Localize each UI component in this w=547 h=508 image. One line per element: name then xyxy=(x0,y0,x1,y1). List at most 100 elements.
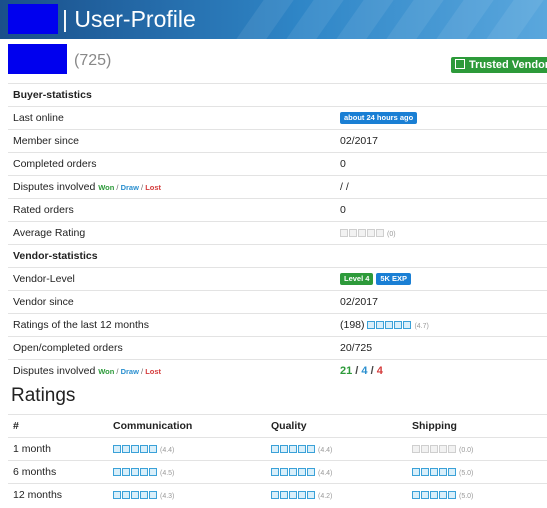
star-icon xyxy=(367,321,376,329)
star-icon xyxy=(271,491,279,499)
star-rating xyxy=(271,485,316,507)
star-icon xyxy=(412,491,420,499)
won-label: Won xyxy=(98,367,115,376)
star-icon xyxy=(430,491,438,499)
star-icon xyxy=(421,445,429,453)
table-row: Completed orders 0 xyxy=(8,152,547,175)
star-icon xyxy=(421,468,429,476)
banner-stripe xyxy=(286,0,344,39)
star-icon xyxy=(448,491,456,499)
rated-orders-value: 0 xyxy=(340,204,346,216)
star-icon xyxy=(122,445,130,453)
period-label: 6 months xyxy=(13,466,57,478)
lost-count: 4 xyxy=(376,365,383,377)
communication-score: (4.4) xyxy=(160,447,175,454)
table-row: Member since 02/2017 xyxy=(8,129,547,152)
star-icon xyxy=(448,468,456,476)
star-icon xyxy=(439,468,447,476)
buyer-section-header: Buyer-statistics xyxy=(8,83,547,106)
shipping-rating: (5.0) xyxy=(412,461,473,485)
star-icon xyxy=(280,445,288,453)
banner-stripe xyxy=(486,0,544,39)
star-icon xyxy=(271,445,279,453)
ratings-12-score: (4.7) xyxy=(414,323,429,330)
star-icon xyxy=(439,445,447,453)
star-icon xyxy=(430,468,438,476)
vendor-level-cell: Level 4 5K EXP xyxy=(340,268,412,290)
vendor-section-label: Vendor-statistics xyxy=(13,250,98,262)
star-icon xyxy=(149,445,157,453)
star-icon xyxy=(149,468,157,476)
star-icon xyxy=(307,445,315,453)
star-icon xyxy=(131,445,139,453)
profile-banner: | User-Profile xyxy=(0,0,547,39)
buyer-section-label: Buyer-statistics xyxy=(13,89,92,101)
table-row: Disputes involved Won / Draw / Lost 21 /… xyxy=(8,359,547,382)
table-row: Vendor-Level Level 4 5K EXP xyxy=(8,267,547,290)
star-icon xyxy=(307,491,315,499)
star-rating xyxy=(271,462,316,484)
vendor-section-header: Vendor-statistics xyxy=(8,244,547,267)
star-icon xyxy=(149,491,157,499)
quality-rating: (4.2) xyxy=(271,484,332,508)
star-icon xyxy=(412,445,420,453)
star-rating xyxy=(113,485,158,507)
star-icon xyxy=(340,229,348,237)
star-icon xyxy=(394,321,403,329)
ratings-12-count: (198) xyxy=(340,319,365,331)
star-rating xyxy=(113,462,158,484)
quality-score: (4.2) xyxy=(318,493,333,500)
shipping-rating: (0.0) xyxy=(412,438,473,462)
star-rating xyxy=(412,439,457,461)
star-icon xyxy=(421,491,429,499)
column-header-quality: Quality xyxy=(271,420,307,432)
quality-rating: (4.4) xyxy=(271,438,332,462)
redacted-username xyxy=(8,44,67,74)
slash-separator: / xyxy=(367,365,377,377)
star-rating xyxy=(367,315,412,337)
open-completed-label: Open/completed orders xyxy=(13,342,123,354)
quality-score: (4.4) xyxy=(318,447,333,454)
last-online-cell: about 24 hours ago xyxy=(340,107,418,129)
banner-stripe xyxy=(236,0,294,39)
star-icon xyxy=(113,491,121,499)
column-header-shipping: Shipping xyxy=(412,420,457,432)
draw-label: Draw xyxy=(120,367,139,376)
shield-icon xyxy=(455,59,465,69)
lost-label: Lost xyxy=(145,183,162,192)
communication-rating: (4.4) xyxy=(113,438,174,462)
star-icon xyxy=(448,445,456,453)
quality-score: (4.4) xyxy=(318,470,333,477)
member-since-value: 02/2017 xyxy=(340,135,378,147)
review-count: (725) xyxy=(74,52,112,69)
completed-orders-value: 0 xyxy=(340,158,346,170)
star-icon xyxy=(113,445,121,453)
star-icon xyxy=(131,491,139,499)
star-icon xyxy=(349,229,357,237)
shipping-score: (0.0) xyxy=(459,447,474,454)
trusted-vendor-label: Trusted Vendor xyxy=(469,59,547,71)
buyer-disputes-label: Disputes involved xyxy=(13,181,96,193)
shipping-rating: (5.0) xyxy=(412,484,473,508)
quality-rating: (4.4) xyxy=(271,461,332,485)
ratings-header-row: # Communication Quality Shipping xyxy=(8,414,547,437)
communication-rating: (4.5) xyxy=(113,461,174,485)
vendor-disputes-cell: Disputes involved Won / Draw / Lost xyxy=(13,360,161,383)
buyer-disputes-value: / / xyxy=(340,181,349,193)
vendor-level-label: Vendor-Level xyxy=(13,273,75,285)
star-icon xyxy=(307,468,315,476)
star-icon xyxy=(385,321,394,329)
vendor-since-value: 02/2017 xyxy=(340,296,378,308)
table-row: Last online about 24 hours ago xyxy=(8,106,547,129)
star-icon xyxy=(430,445,438,453)
completed-orders-label: Completed orders xyxy=(13,158,97,170)
star-icon xyxy=(131,468,139,476)
level-badge: Level 4 xyxy=(340,273,374,285)
star-icon xyxy=(113,468,121,476)
star-rating xyxy=(412,485,457,507)
open-completed-value: 20/725 xyxy=(340,342,373,354)
table-row: Rated orders 0 xyxy=(8,198,547,221)
average-rating-cell: (0) xyxy=(340,222,396,246)
star-icon xyxy=(412,468,420,476)
table-row: Ratings of the last 12 months (198) (4.7… xyxy=(8,313,547,336)
